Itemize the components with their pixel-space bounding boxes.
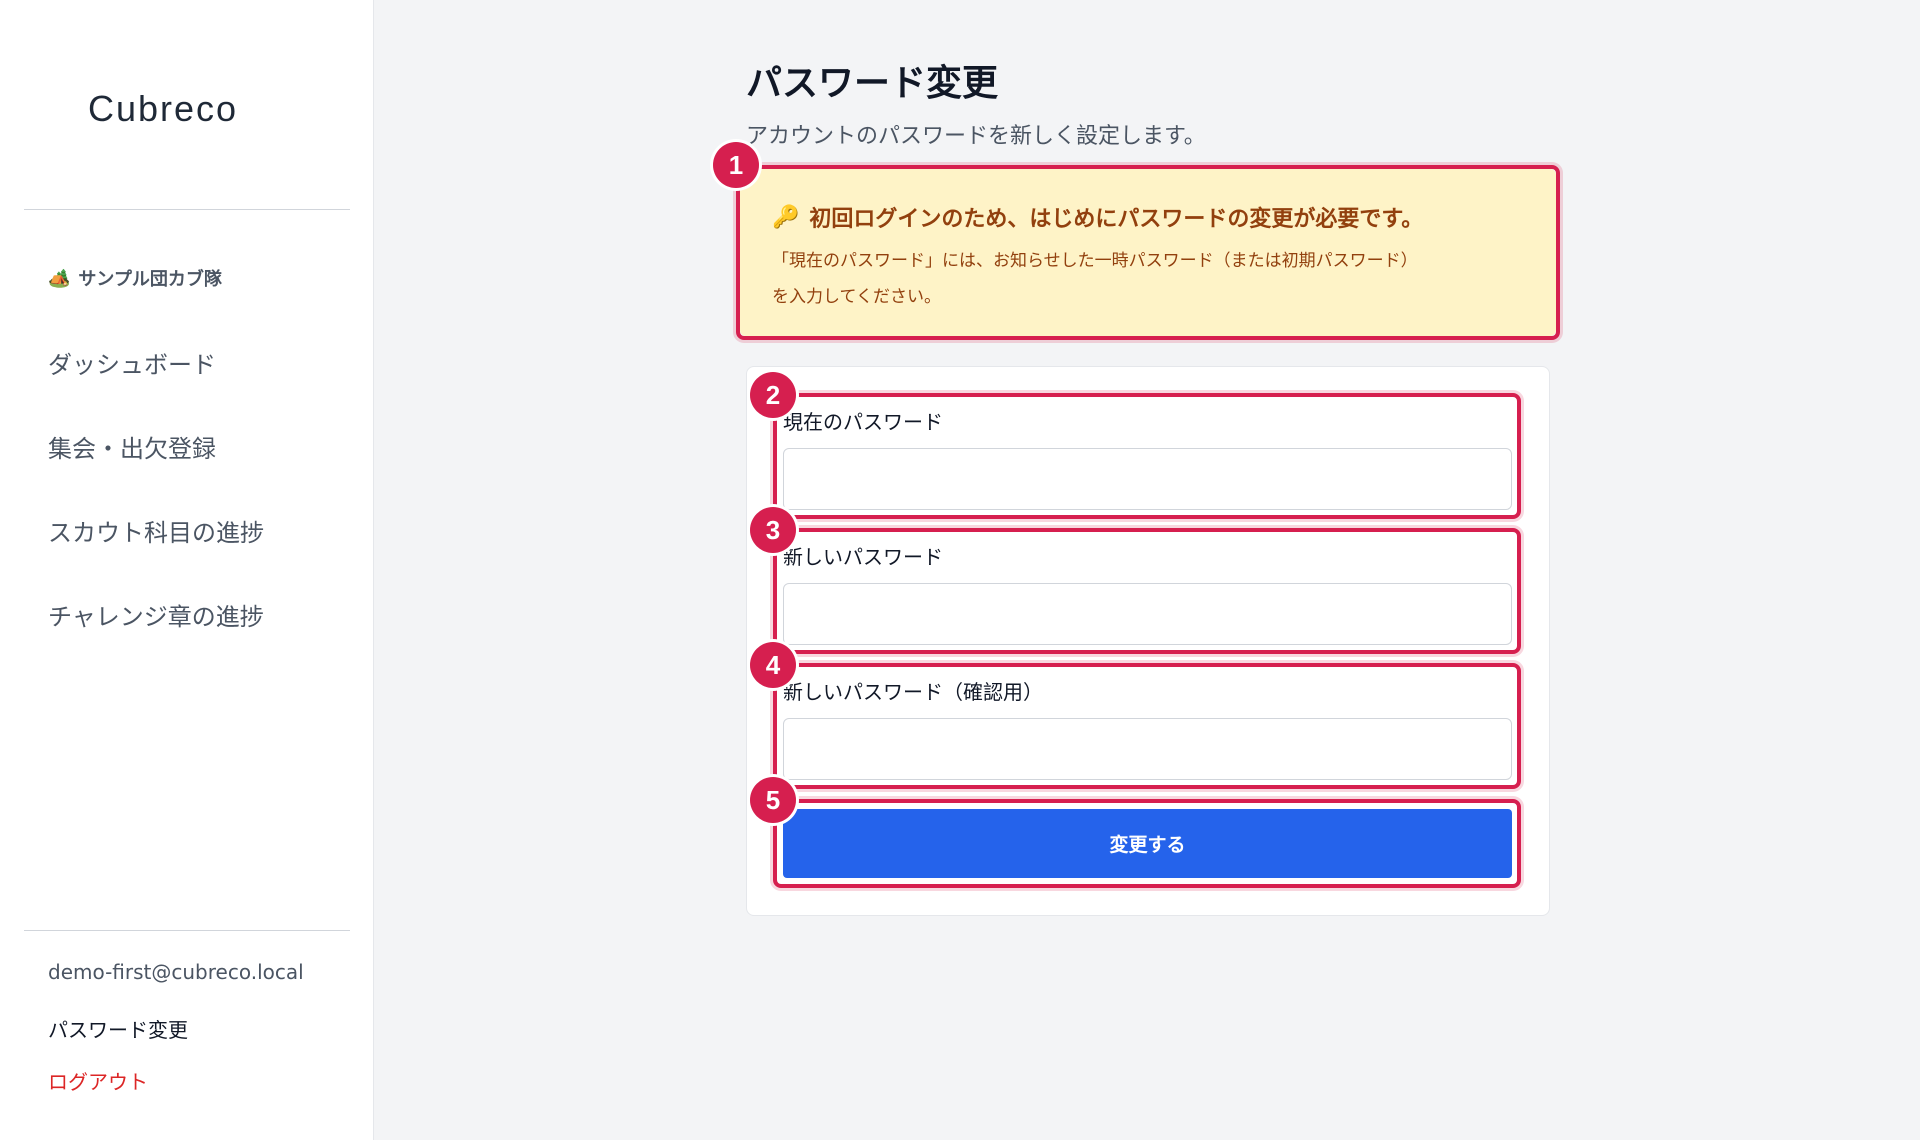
- annotation-badge-2: 2: [750, 372, 796, 418]
- change-password-link[interactable]: パスワード変更: [48, 1014, 188, 1043]
- sidebar-nav: ダッシュボード 集会・出欠登録 スカウト科目の進捗 チャレンジ章の進捗: [48, 345, 264, 681]
- camp-icon: 🏕️: [48, 267, 71, 289]
- user-email: demo-first@cubreco.local: [48, 960, 304, 984]
- sidebar-item-meetings[interactable]: 集会・出欠登録: [48, 429, 264, 513]
- logout-link[interactable]: ログアウト: [48, 1066, 148, 1095]
- annotation-highlight-1: [736, 165, 1560, 340]
- annotation-highlight-3: [773, 528, 1521, 654]
- sidebar-item-dashboard[interactable]: ダッシュボード: [48, 345, 264, 429]
- annotation-badge-1: 1: [713, 142, 759, 188]
- app-logo[interactable]: Cubreco: [88, 88, 238, 130]
- sidebar-item-challenge-badges[interactable]: チャレンジ章の進捗: [48, 597, 264, 681]
- page-title: パスワード変更: [746, 63, 999, 104]
- sidebar-divider-bottom: [24, 930, 350, 931]
- sidebar-divider: [24, 209, 350, 210]
- sidebar: Cubreco 🏕️ サンプル団カブ隊 ダッシュボード 集会・出欠登録 スカウト…: [0, 0, 374, 1140]
- sidebar-item-scout-subjects[interactable]: スカウト科目の進捗: [48, 513, 264, 597]
- annotation-badge-3: 3: [750, 507, 796, 553]
- annotation-highlight-2: [773, 393, 1521, 519]
- annotation-badge-5: 5: [750, 777, 796, 823]
- annotation-highlight-4: [773, 663, 1521, 789]
- group-name: 🏕️ サンプル団カブ隊: [48, 265, 222, 291]
- annotation-highlight-5: [773, 799, 1521, 888]
- annotation-badge-4: 4: [750, 642, 796, 688]
- page-subtitle: アカウントのパスワードを新しく設定します。: [746, 124, 1206, 149]
- group-name-label: サンプル団カブ隊: [78, 269, 222, 290]
